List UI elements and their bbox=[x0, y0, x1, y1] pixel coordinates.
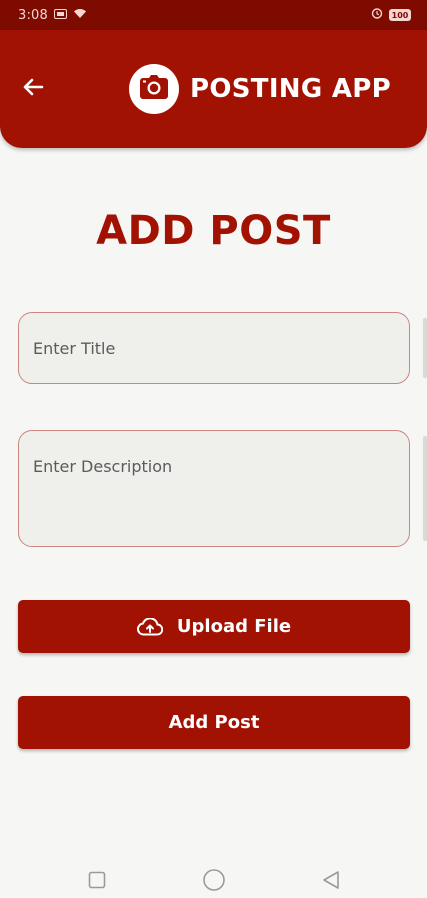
wifi-icon bbox=[73, 8, 87, 23]
description-input[interactable]: Enter Description bbox=[18, 430, 410, 547]
camera-icon bbox=[139, 74, 169, 104]
back-icon[interactable] bbox=[319, 868, 343, 892]
app-title: POSTING APP bbox=[190, 74, 391, 104]
scroll-edge bbox=[423, 436, 427, 541]
status-bar: 3:08 100 bbox=[0, 0, 427, 30]
brand: POSTING APP bbox=[129, 64, 391, 114]
page-title: ADD POST bbox=[96, 208, 331, 254]
back-button[interactable] bbox=[14, 70, 52, 108]
upload-file-label: Upload File bbox=[176, 616, 292, 637]
recent-apps-icon[interactable] bbox=[85, 868, 109, 892]
scroll-edge bbox=[423, 318, 427, 378]
sim-icon bbox=[54, 8, 67, 23]
arrow-left-icon bbox=[22, 76, 44, 102]
status-time: 3:08 bbox=[18, 7, 48, 23]
cloud-upload-icon bbox=[136, 617, 163, 636]
app-bar: POSTING APP bbox=[0, 30, 427, 148]
alarm-icon bbox=[371, 7, 383, 23]
navigation-bar bbox=[0, 858, 427, 898]
add-post-label: Add Post bbox=[168, 712, 260, 733]
battery-indicator: 100 bbox=[389, 9, 411, 21]
upload-file-button[interactable]: Upload File bbox=[18, 600, 410, 653]
title-input-placeholder: Enter Title bbox=[33, 338, 116, 358]
status-left: 3:08 bbox=[18, 8, 87, 23]
add-post-button[interactable]: Add Post bbox=[18, 696, 410, 749]
status-right: 100 bbox=[371, 7, 411, 23]
title-input[interactable]: Enter Title bbox=[18, 312, 410, 384]
home-icon[interactable] bbox=[202, 868, 226, 892]
logo bbox=[129, 64, 179, 114]
description-input-placeholder: Enter Description bbox=[33, 457, 173, 476]
screen: 3:08 100 POSTING APP ADD POST Enter Titl… bbox=[0, 0, 427, 898]
